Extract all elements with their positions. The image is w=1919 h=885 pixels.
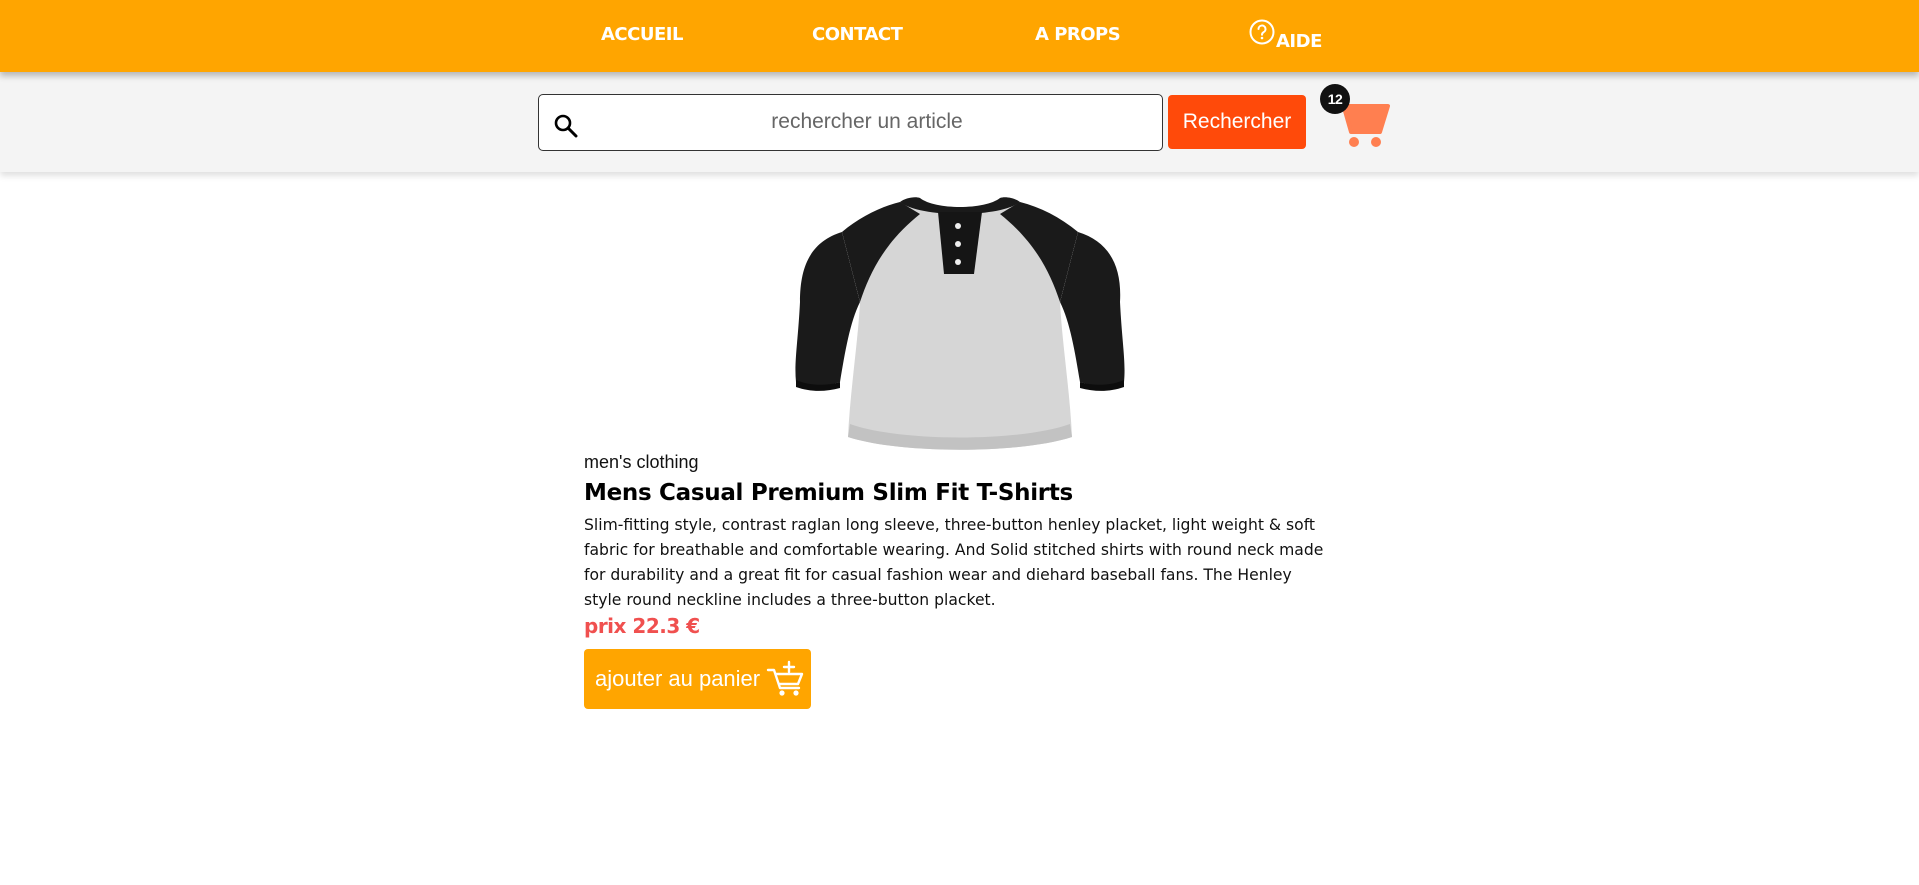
nav-link-a-propos[interactable]: A PROPS: [1035, 24, 1121, 45]
top-navbar: ACCUEIL CONTACT A PROPS AIDE: [0, 0, 1919, 72]
help-circle-icon: [1249, 19, 1275, 45]
nav-link-accueil[interactable]: ACCUEIL: [601, 24, 683, 45]
add-to-cart-button[interactable]: ajouter au panier: [584, 649, 811, 709]
nav-link-contact[interactable]: CONTACT: [812, 24, 903, 45]
cart-button[interactable]: 12: [1320, 84, 1390, 154]
search-box: [538, 94, 1163, 151]
product-title: Mens Casual Premium Slim Fit T-Shirts: [584, 480, 1073, 506]
product-category: men's clothing: [584, 452, 699, 472]
product-description: Slim-fitting style, contrast raglan long…: [584, 516, 1324, 609]
search-icon: [554, 114, 578, 138]
cart-count-badge: 12: [1320, 84, 1350, 114]
search-button[interactable]: Rechercher: [1168, 95, 1306, 149]
nav-link-aide-label: AIDE: [1276, 31, 1322, 52]
add-to-cart-label: ajouter au panier: [595, 666, 761, 691]
nav-link-aide[interactable]: AIDE: [1248, 18, 1322, 52]
search-input[interactable]: [587, 95, 1147, 149]
product-price: prix 22.3 €: [584, 614, 700, 638]
raglan-henley-shirt-image: [795, 197, 1125, 450]
cart-plus-icon: [766, 660, 804, 696]
search-bar-section: Rechercher 12: [0, 72, 1919, 172]
